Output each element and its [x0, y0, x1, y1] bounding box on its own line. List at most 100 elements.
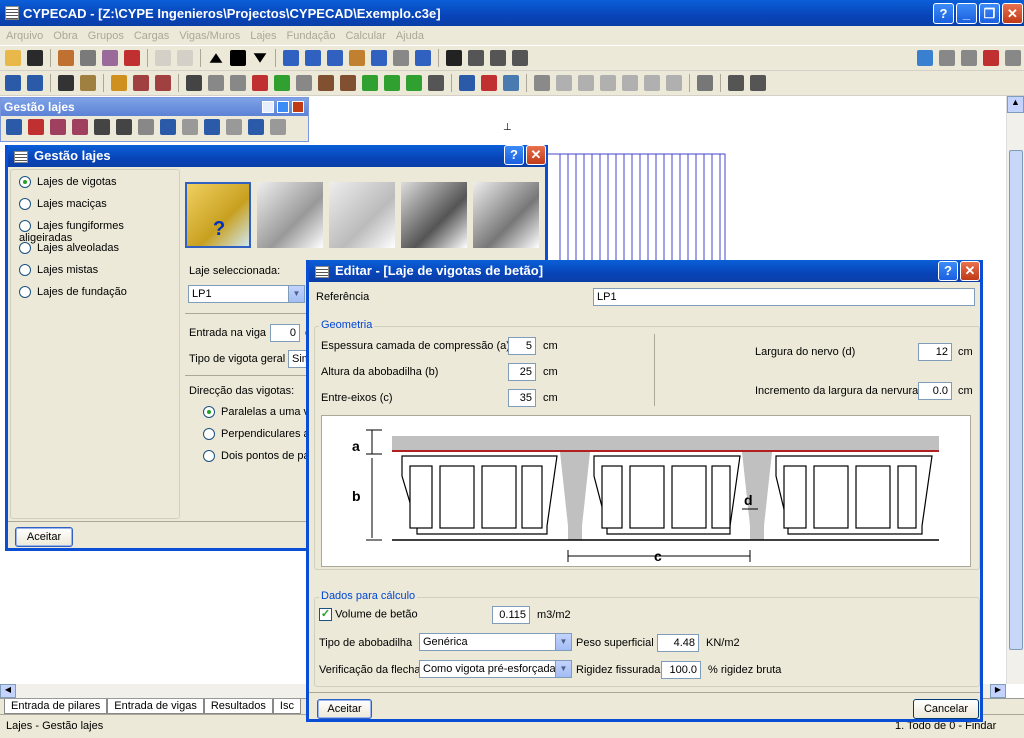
arrow-down-icon[interactable] — [253, 53, 267, 63]
palette-slab-icon[interactable] — [50, 119, 66, 135]
palette-direction-icon[interactable] — [160, 119, 176, 135]
box-icon[interactable] — [80, 75, 96, 91]
delete-icon[interactable] — [252, 75, 268, 91]
thumb-vigota-metal[interactable] — [401, 182, 467, 248]
entrada-viga-input[interactable]: 0 — [270, 324, 300, 342]
copy-icon[interactable] — [27, 75, 43, 91]
palette-hidden2-icon[interactable] — [226, 119, 242, 135]
vertical-scrollbar[interactable]: ▲ — [1006, 96, 1024, 684]
minimize-button[interactable]: _ — [956, 3, 977, 24]
tab-resultados[interactable]: Resultados — [203, 699, 273, 714]
axis-icon[interactable] — [468, 50, 484, 66]
radio-fundacao[interactable]: Lajes de fundação — [19, 286, 127, 299]
radio-alveoladas[interactable]: Lajes alveoladas — [19, 242, 119, 255]
help-button[interactable]: ? — [933, 3, 954, 24]
rotate-icon[interactable] — [318, 75, 334, 91]
thumb-vigota-pre[interactable] — [329, 182, 395, 248]
radio-dois-pontos[interactable]: Dois pontos de pas — [203, 450, 315, 463]
restore-button[interactable]: ❐ — [979, 3, 1000, 24]
tab-isc[interactable]: Isc — [272, 699, 301, 714]
editar-aceitar-button[interactable]: Aceitar — [317, 699, 372, 719]
arrow-up-icon[interactable] — [209, 53, 223, 63]
palette-close-icon[interactable] — [292, 101, 304, 113]
menu-fundacao[interactable]: Fundação — [287, 30, 336, 42]
gestao-close-button[interactable]: ✕ — [526, 145, 546, 165]
gestao-aceitar-button[interactable]: Aceitar — [15, 527, 73, 547]
phone-icon[interactable] — [58, 75, 74, 91]
refresh-icon[interactable] — [415, 50, 431, 66]
move-icon[interactable] — [274, 75, 290, 91]
check-icon[interactable] — [728, 75, 744, 91]
delete2-icon[interactable] — [481, 75, 497, 91]
gestao-help-button[interactable]: ? — [504, 145, 524, 165]
zoom-in-icon[interactable] — [305, 50, 321, 66]
palette-copy-icon[interactable] — [116, 119, 132, 135]
largura-input[interactable]: 12 — [918, 343, 952, 361]
view3d-icon[interactable] — [939, 50, 955, 66]
thumb-vigota-generic[interactable]: ? — [185, 182, 251, 248]
editar-help-button[interactable]: ? — [938, 261, 958, 281]
espessura-input[interactable]: 5 — [508, 337, 536, 355]
zoom-out-icon[interactable] — [327, 50, 343, 66]
mirror-icon[interactable] — [340, 75, 356, 91]
radio-macicas[interactable]: Lajes maciças — [19, 198, 107, 211]
palette-edit-icon[interactable] — [6, 119, 22, 135]
menu-vigas-muros[interactable]: Vigas/Muros — [179, 30, 240, 42]
info-icon[interactable] — [428, 75, 444, 91]
close-button[interactable]: ✕ — [1002, 3, 1023, 24]
wall-icon[interactable] — [133, 75, 149, 91]
tab-pilares[interactable]: Entrada de pilares — [4, 699, 108, 714]
palette-slab2-icon[interactable] — [72, 119, 88, 135]
palette-pin-icon[interactable] — [262, 101, 274, 113]
palette-grid-icon[interactable] — [138, 119, 154, 135]
zoom-all-icon[interactable] — [371, 50, 387, 66]
menu-arquivo[interactable]: Arquivo — [6, 30, 43, 42]
editar-cancelar-button[interactable]: Cancelar — [913, 699, 979, 719]
palette-hidden-icon[interactable] — [182, 119, 198, 135]
editar-close-button[interactable]: ✕ — [960, 261, 980, 281]
tipo-abobadilha-select[interactable]: Genérica ▼ — [419, 633, 572, 651]
referencia-input[interactable]: LP1 — [593, 288, 975, 306]
slab-icon[interactable] — [155, 75, 171, 91]
split-icon[interactable] — [406, 75, 422, 91]
axis2-icon[interactable] — [490, 50, 506, 66]
check2-icon[interactable] — [750, 75, 766, 91]
palette-cut-icon[interactable] — [270, 119, 286, 135]
volume-checkbox[interactable]: ✓ Volume de betão — [319, 608, 418, 621]
new-icon[interactable] — [186, 75, 202, 91]
layers-icon[interactable] — [983, 50, 999, 66]
magnet-icon[interactable] — [124, 50, 140, 66]
angle-icon[interactable] — [208, 75, 224, 91]
radio-mistas[interactable]: Lajes mistas — [19, 264, 98, 277]
incremento-input[interactable]: 0.0 — [918, 382, 952, 400]
edit-icon[interactable] — [5, 75, 21, 91]
menu-lajes[interactable]: Lajes — [250, 30, 276, 42]
pan-hand-icon[interactable] — [393, 50, 409, 66]
beam-icon[interactable] — [111, 75, 127, 91]
join-icon[interactable] — [384, 75, 400, 91]
menu-grupos[interactable]: Grupos — [88, 30, 124, 42]
thumb-vigota-armada[interactable] — [257, 182, 323, 248]
radio-fungiformes[interactable]: Lajes fungiformes aligeiradas — [19, 220, 179, 244]
scroll-up-button[interactable]: ▲ — [1007, 96, 1024, 113]
menu-calcular[interactable]: Calcular — [345, 30, 385, 42]
menu-obra[interactable]: Obra — [53, 30, 77, 42]
menu-cargas[interactable]: Cargas — [134, 30, 169, 42]
export-icon[interactable] — [1005, 50, 1021, 66]
view3d-alt-icon[interactable] — [961, 50, 977, 66]
entre-eixos-input[interactable]: 35 — [508, 389, 536, 407]
assign-icon[interactable] — [503, 75, 519, 91]
scroll-right-button[interactable]: ▶ — [990, 684, 1006, 698]
level-icon[interactable] — [230, 50, 246, 66]
rigidez-input[interactable]: 100.0 — [661, 661, 701, 679]
filter-icon[interactable] — [80, 50, 96, 66]
peso-input[interactable]: 4.48 — [657, 634, 699, 652]
open-icon[interactable] — [5, 50, 21, 66]
verificacao-select[interactable]: Como vigota pré-esforçada ▼ — [419, 660, 572, 678]
redo-icon[interactable] — [177, 50, 193, 66]
palette-help-icon[interactable] — [277, 101, 289, 113]
list-icon[interactable] — [697, 75, 713, 91]
palette-add-icon[interactable] — [248, 119, 264, 135]
palette-angle-icon[interactable] — [204, 119, 220, 135]
globe-icon[interactable] — [917, 50, 933, 66]
